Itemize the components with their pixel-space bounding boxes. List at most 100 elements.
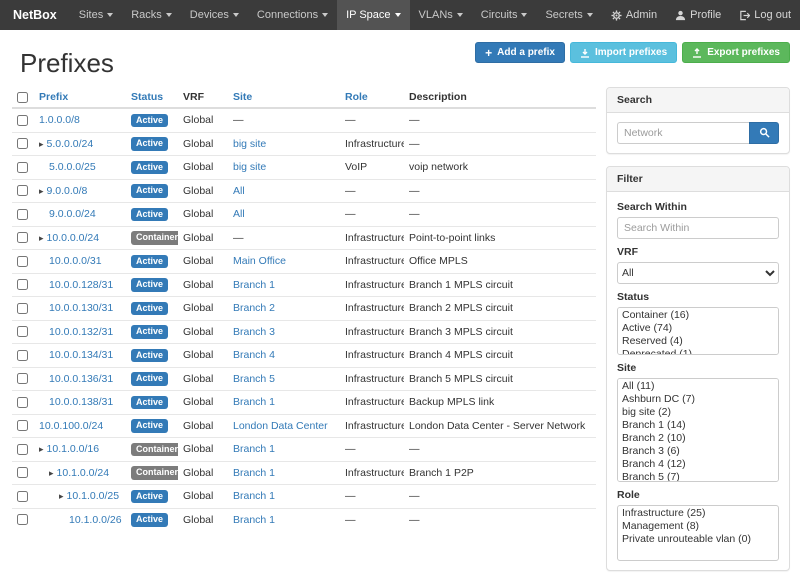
row-checkbox[interactable] bbox=[17, 162, 28, 173]
role-cell: Infrastructure bbox=[340, 320, 404, 344]
column-header[interactable]: Prefix bbox=[39, 91, 68, 103]
prefix-link[interactable]: 10.0.100.0/24 bbox=[39, 420, 103, 432]
site-link[interactable]: Branch 1 bbox=[233, 279, 275, 291]
logout-link[interactable]: Log out bbox=[730, 0, 800, 30]
site-link[interactable]: Branch 2 bbox=[233, 302, 275, 314]
prefix-link[interactable]: 5.0.0.0/24 bbox=[47, 138, 94, 150]
nav-item[interactable]: Devices bbox=[181, 0, 248, 30]
admin-link[interactable]: Admin bbox=[602, 0, 666, 30]
add-prefix-button[interactable]: + Add a prefix bbox=[475, 42, 565, 63]
site-option[interactable]: Branch 4 (12) bbox=[618, 458, 778, 471]
site-link[interactable]: big site bbox=[233, 161, 266, 173]
nav-item[interactable]: Secrets bbox=[536, 0, 601, 30]
row-checkbox[interactable] bbox=[17, 303, 28, 314]
brand-logo[interactable]: NetBox bbox=[0, 0, 70, 30]
site-option[interactable]: Branch 2 (10) bbox=[618, 432, 778, 445]
prefix-link[interactable]: 5.0.0.0/25 bbox=[49, 161, 96, 173]
status-option[interactable]: Reserved (4) bbox=[618, 335, 778, 348]
site-link[interactable]: Branch 1 bbox=[233, 490, 275, 502]
prefix-link[interactable]: 10.0.0.132/31 bbox=[49, 326, 113, 338]
site-link[interactable]: Branch 1 bbox=[233, 396, 275, 408]
site-link[interactable]: All bbox=[233, 208, 245, 220]
site-option[interactable]: Branch 3 (6) bbox=[618, 445, 778, 458]
prefix-link[interactable]: 10.1.0.0/26 bbox=[69, 514, 122, 526]
nav-item[interactable]: Sites bbox=[70, 0, 122, 30]
site-link[interactable]: London Data Center bbox=[233, 420, 328, 432]
site-option[interactable]: All (11) bbox=[618, 380, 778, 393]
row-checkbox[interactable] bbox=[17, 326, 28, 337]
site-link[interactable]: Branch 1 bbox=[233, 467, 275, 479]
vrf-select[interactable]: All bbox=[617, 262, 779, 284]
prefix-link[interactable]: 10.0.0.136/31 bbox=[49, 373, 113, 385]
prefix-link[interactable]: 10.0.0.0/24 bbox=[47, 232, 100, 244]
prefix-link[interactable]: 10.1.0.0/16 bbox=[47, 443, 100, 455]
row-checkbox[interactable] bbox=[17, 514, 28, 525]
profile-link[interactable]: Profile bbox=[666, 0, 730, 30]
site-option[interactable]: big site (2) bbox=[618, 406, 778, 419]
site-option[interactable]: Ashburn DC (7) bbox=[618, 393, 778, 406]
status-option[interactable]: Active (74) bbox=[618, 322, 778, 335]
row-checkbox[interactable] bbox=[17, 256, 28, 267]
row-checkbox[interactable] bbox=[17, 185, 28, 196]
row-checkbox[interactable] bbox=[17, 279, 28, 290]
row-checkbox[interactable] bbox=[17, 209, 28, 220]
prefix-link[interactable]: 1.0.0.0/8 bbox=[39, 114, 80, 126]
row-checkbox[interactable] bbox=[17, 350, 28, 361]
role-option[interactable]: Infrastructure (25) bbox=[618, 507, 778, 520]
row-checkbox[interactable] bbox=[17, 420, 28, 431]
import-prefixes-button[interactable]: Import prefixes bbox=[570, 42, 677, 63]
role-listbox[interactable]: Infrastructure (25) Management (8) Priva… bbox=[617, 505, 779, 561]
prefix-link[interactable]: 9.0.0.0/8 bbox=[47, 185, 88, 197]
nav-item[interactable]: VLANs bbox=[410, 0, 472, 30]
row-checkbox[interactable] bbox=[17, 138, 28, 149]
search-within-input[interactable] bbox=[617, 217, 779, 239]
status-listbox[interactable]: Container (16) Active (74) Reserved (4) … bbox=[617, 307, 779, 355]
row-checkbox[interactable] bbox=[17, 467, 28, 478]
nav-item[interactable]: IP Space bbox=[337, 0, 409, 30]
role-cell: — bbox=[340, 179, 404, 203]
site-link[interactable]: Branch 1 bbox=[233, 443, 275, 455]
prefix-link[interactable]: 10.0.0.138/31 bbox=[49, 396, 113, 408]
column-header[interactable]: Status bbox=[131, 91, 163, 103]
site-option[interactable]: Branch 1 (14) bbox=[618, 419, 778, 432]
export-prefixes-button[interactable]: Export prefixes bbox=[682, 42, 790, 63]
column-header[interactable]: Description bbox=[409, 91, 467, 103]
prefix-link[interactable]: 10.0.0.0/31 bbox=[49, 255, 102, 267]
prefix-link[interactable]: 9.0.0.0/24 bbox=[49, 208, 96, 220]
site-link[interactable]: Branch 4 bbox=[233, 349, 275, 361]
prefix-link[interactable]: 10.1.0.0/25 bbox=[67, 490, 120, 502]
site-link[interactable]: Branch 3 bbox=[233, 326, 275, 338]
status-option[interactable]: Deprecated (1) bbox=[618, 348, 778, 355]
status-option[interactable]: Container (16) bbox=[618, 309, 778, 322]
role-option[interactable]: Management (8) bbox=[618, 520, 778, 533]
nav-item[interactable]: Circuits bbox=[472, 0, 537, 30]
prefix-link[interactable]: 10.0.0.130/31 bbox=[49, 302, 113, 314]
column-header[interactable]: VRF bbox=[183, 91, 204, 103]
prefix-link[interactable]: 10.0.0.134/31 bbox=[49, 349, 113, 361]
nav-item[interactable]: Connections bbox=[248, 0, 337, 30]
site-option[interactable]: Branch 5 (7) bbox=[618, 471, 778, 482]
column-header[interactable]: Site bbox=[233, 91, 252, 103]
search-input[interactable] bbox=[617, 122, 749, 144]
row-checkbox[interactable] bbox=[17, 491, 28, 502]
site-link[interactable]: Branch 5 bbox=[233, 373, 275, 385]
nav-item[interactable]: Racks bbox=[122, 0, 181, 30]
site-link[interactable]: big site bbox=[233, 138, 266, 150]
select-all-checkbox[interactable] bbox=[17, 92, 28, 103]
site-link[interactable]: Branch 1 bbox=[233, 514, 275, 526]
row-checkbox[interactable] bbox=[17, 232, 28, 243]
site-link[interactable]: — bbox=[233, 232, 244, 244]
site-listbox[interactable]: All (11) Ashburn DC (7) big site (2) Bra… bbox=[617, 378, 779, 482]
row-checkbox[interactable] bbox=[17, 115, 28, 126]
site-link[interactable]: Main Office bbox=[233, 255, 286, 267]
site-link[interactable]: — bbox=[233, 114, 244, 126]
search-button[interactable] bbox=[749, 122, 779, 144]
role-option[interactable]: Private unrouteable vlan (0) bbox=[618, 533, 778, 546]
row-checkbox[interactable] bbox=[17, 397, 28, 408]
row-checkbox[interactable] bbox=[17, 444, 28, 455]
column-header[interactable]: Role bbox=[345, 91, 368, 103]
row-checkbox[interactable] bbox=[17, 373, 28, 384]
site-link[interactable]: All bbox=[233, 185, 245, 197]
prefix-link[interactable]: 10.0.0.128/31 bbox=[49, 279, 113, 291]
prefix-link[interactable]: 10.1.0.0/24 bbox=[57, 467, 110, 479]
